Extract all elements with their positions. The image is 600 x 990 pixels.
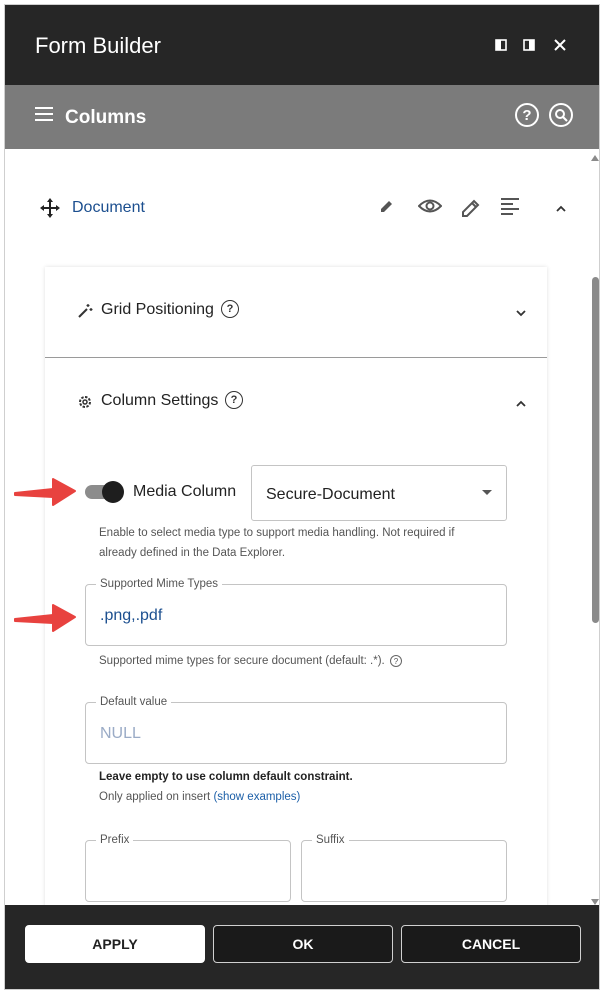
title-bar: Form Builder	[5, 5, 599, 85]
scrollbar-thumb[interactable]	[592, 277, 599, 623]
mime-types-input[interactable]: .png,.pdf	[100, 607, 162, 625]
close-icon[interactable]	[550, 33, 570, 57]
dropdown-caret-icon	[482, 490, 492, 495]
suffix-label: Suffix	[312, 834, 349, 847]
content-area: Document Grid Positioning ? Column Setti…	[5, 149, 599, 905]
window-title: Form Builder	[35, 33, 161, 58]
dock-left-icon[interactable]	[491, 33, 511, 57]
prefix-label: Prefix	[96, 834, 134, 847]
media-column-label: Media Column	[133, 483, 237, 500]
insert-note: Only applied on insert (show examples)	[99, 787, 300, 807]
default-value-field[interactable]: Default value NULL	[85, 696, 507, 764]
columns-header: Columns ?	[5, 85, 599, 149]
edit-small-icon[interactable]	[378, 197, 396, 220]
media-type-value: Secure-Document	[266, 486, 395, 503]
section-divider	[45, 357, 547, 358]
column-settings-title: Column Settings	[101, 392, 219, 409]
help-icon[interactable]: ?	[515, 103, 539, 127]
mime-helper: Supported mime types for secure document…	[99, 651, 402, 671]
default-value-input[interactable]: NULL	[100, 725, 141, 743]
insert-note-text: Only applied on insert	[99, 791, 214, 803]
header-title: Columns	[65, 107, 147, 128]
pencil-icon[interactable]	[460, 197, 482, 224]
search-icon[interactable]	[549, 103, 573, 127]
align-text-icon[interactable]	[500, 197, 520, 222]
prefix-field[interactable]: Prefix	[85, 834, 291, 902]
mime-helper-text: Supported mime types for secure document…	[99, 655, 385, 667]
default-value-note: Leave empty to use column default constr…	[99, 771, 353, 783]
dock-right-icon[interactable]	[519, 33, 539, 57]
ok-button[interactable]: OK	[213, 925, 393, 963]
media-type-select[interactable]: Secure-Document	[251, 465, 507, 521]
magic-wand-icon	[77, 303, 93, 324]
grid-positioning-title: Grid Positioning	[101, 301, 214, 318]
column-help-icon[interactable]: ?	[225, 391, 243, 409]
grid-positioning-section[interactable]: Grid Positioning ?	[45, 277, 547, 347]
media-helper-text: Enable to select media type to support m…	[99, 523, 454, 563]
media-helper-line2: already defined in the Data Explorer.	[99, 547, 286, 559]
chevron-up-icon[interactable]	[555, 201, 567, 219]
toggle-knob	[102, 481, 124, 503]
document-row[interactable]: Document	[5, 185, 589, 231]
mime-types-label: Supported Mime Types	[96, 578, 223, 591]
eye-icon[interactable]	[417, 197, 443, 220]
scroll-up-arrow-icon[interactable]	[591, 155, 599, 161]
settings-card: Grid Positioning ? Column Settings ? Med…	[45, 267, 547, 905]
column-settings-section[interactable]: Column Settings ?	[45, 368, 547, 438]
show-examples-link[interactable]: (show examples)	[213, 791, 300, 803]
mime-help-icon[interactable]: ?	[389, 655, 402, 667]
vertical-scrollbar[interactable]	[589, 149, 599, 905]
cancel-button[interactable]: CANCEL	[401, 925, 581, 963]
annotation-arrow-mime	[14, 604, 76, 632]
hamburger-menu-icon[interactable]	[35, 107, 53, 125]
move-icon[interactable]	[39, 197, 61, 224]
annotation-arrow-toggle	[14, 478, 76, 506]
footer-bar: APPLY OK CANCEL	[5, 905, 599, 989]
chevron-up-icon[interactable]	[515, 396, 527, 414]
apply-button[interactable]: APPLY	[25, 925, 205, 963]
grid-help-icon[interactable]: ?	[221, 300, 239, 318]
mime-types-field[interactable]: Supported Mime Types .png,.pdf	[85, 578, 507, 646]
default-value-label: Default value	[96, 696, 172, 709]
form-builder-window: Form Builder Columns ? Document Grid Pos…	[4, 4, 600, 990]
document-name[interactable]: Document	[72, 199, 145, 217]
chevron-down-icon[interactable]	[515, 305, 527, 323]
suffix-field[interactable]: Suffix	[301, 834, 507, 902]
media-column-toggle[interactable]	[85, 477, 124, 503]
media-helper-line1: Enable to select media type to support m…	[99, 527, 455, 539]
gear-icon	[77, 394, 93, 415]
